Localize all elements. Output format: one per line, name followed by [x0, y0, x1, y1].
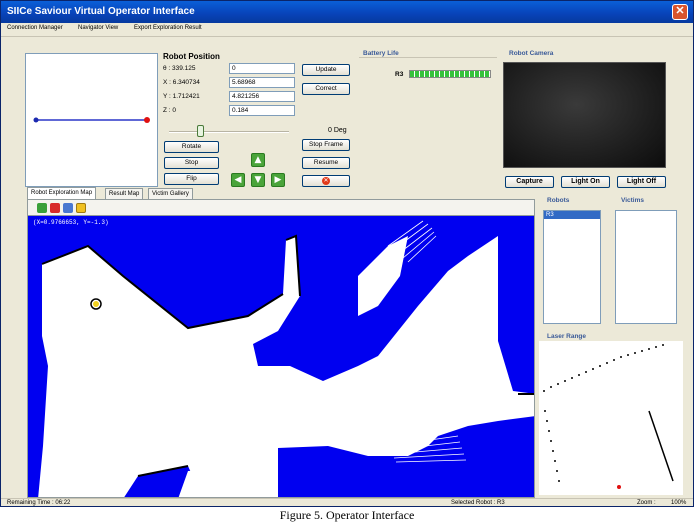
arrow-down-icon: ▼ [254, 175, 262, 185]
capture-button[interactable]: Capture [505, 176, 554, 188]
figure-caption: Figure 5. Operator Interface [279, 508, 415, 522]
menu-navigator-view[interactable]: Navigator View [78, 25, 118, 31]
z-input[interactable]: 0.184 [229, 105, 295, 116]
resume-button[interactable]: Resume [302, 157, 350, 169]
battery-life-title: Battery Life [361, 50, 401, 57]
laser-points [543, 344, 664, 482]
y-label: Y : 1.712421 [163, 93, 200, 100]
arrow-right-icon: ▶ [274, 175, 282, 185]
menu-export-exploration-result[interactable]: Export Exploration Result [134, 25, 202, 31]
slider-readout: 0 Deg [328, 127, 347, 134]
x-input[interactable]: 5.68968 [229, 77, 295, 88]
navigator-line-graphic [33, 117, 150, 123]
victims-list[interactable] [615, 210, 677, 324]
remaining-time: Remaining Time : 06:22 [7, 500, 71, 506]
map-tool-red-icon[interactable] [50, 203, 60, 213]
main-window: SIICe Saviour Virtual Operator Interface… [0, 0, 694, 507]
menu-bar: Connection Manager Navigator View Export… [1, 23, 693, 37]
map-tool-save-icon[interactable] [63, 203, 73, 213]
move-right-button[interactable]: ▶ [271, 173, 285, 187]
x-label: X : 6.340734 [163, 79, 200, 86]
laser-range-canvas [543, 344, 674, 489]
tab-robot-exploration-map[interactable]: Robot Exploration Map [27, 187, 97, 199]
title-bar: SIICe Saviour Virtual Operator Interface… [1, 1, 693, 23]
zoom-label: Zoom : [637, 500, 656, 506]
move-left-button[interactable]: ◀ [231, 173, 245, 187]
victims-title: Victims [619, 197, 647, 204]
tab-victim-gallery[interactable]: Victim Gallery [148, 188, 193, 199]
theta-input[interactable]: 0 [229, 63, 295, 74]
light-off-button[interactable]: Light Off [617, 176, 666, 188]
slider-thumb[interactable] [197, 125, 205, 137]
laser-robot-origin [617, 485, 621, 489]
cancel-button[interactable]: ✕ [302, 175, 350, 187]
correct-button[interactable]: Correct [302, 83, 350, 95]
laser-range-view [539, 341, 683, 495]
rotation-slider[interactable] [169, 125, 289, 137]
robot-list-item[interactable]: R3 [544, 211, 600, 219]
cancel-icon: ✕ [322, 177, 330, 185]
laser-range-title: Laser Range [545, 333, 589, 340]
arrow-left-icon: ◀ [234, 175, 242, 185]
close-button[interactable]: ✕ [672, 4, 688, 20]
robot-camera-title: Robot Camera [507, 50, 556, 57]
robot-position-title: Robot Position [163, 52, 220, 61]
move-down-button[interactable]: ▼ [251, 173, 265, 187]
slider-track [169, 131, 289, 133]
camera-feed [503, 62, 666, 168]
theta-label: θ : 339.125 [163, 65, 196, 72]
battery-bar [409, 70, 491, 78]
map-coordinates: (X=0.9766653, Y=-1.3) [33, 219, 109, 226]
arrow-up-icon: ▲ [254, 155, 262, 165]
stop-button[interactable]: Stop [164, 157, 219, 169]
battery-divider [359, 57, 497, 58]
update-button[interactable]: Update [302, 64, 350, 76]
map-tool-export-icon[interactable] [76, 203, 86, 213]
robots-title: Robots [545, 197, 572, 204]
map-canvas [28, 216, 534, 497]
menu-connection-manager[interactable]: Connection Manager [7, 25, 63, 31]
map-toolbar [27, 199, 535, 215]
laser-wall-line [648, 410, 674, 482]
flip-button[interactable]: Flip [164, 173, 219, 185]
navigator-view-panel [25, 53, 158, 187]
status-bar: Remaining Time : 06:22 Selected Robot : … [1, 498, 693, 506]
stop-frame-button[interactable]: Stop Frame [302, 139, 350, 151]
move-up-button[interactable]: ▲ [251, 153, 265, 167]
selected-robot: Selected Robot : R3 [451, 500, 505, 506]
battery-robot-label: R3 [395, 71, 404, 78]
exploration-map[interactable]: (X=0.9766653, Y=-1.3) [27, 215, 535, 498]
map-tool-green-icon[interactable] [37, 203, 47, 213]
tab-result-map[interactable]: Result Map [105, 188, 144, 199]
light-on-button[interactable]: Light On [561, 176, 610, 188]
rotate-button[interactable]: Rotate [164, 141, 219, 153]
zoom-value: 100% [671, 500, 687, 506]
robots-list[interactable]: R3 [543, 210, 601, 324]
window-title: SIICe Saviour Virtual Operator Interface [7, 6, 195, 17]
z-label: Z : 0 [163, 107, 177, 114]
y-input[interactable]: 4.821256 [229, 91, 295, 102]
battery-fill [410, 71, 490, 77]
